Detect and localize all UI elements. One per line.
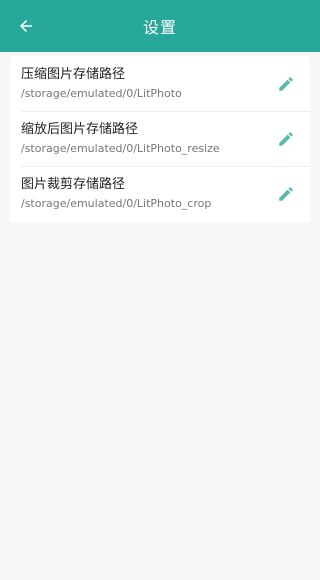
edit-pencil-icon[interactable] [276, 129, 296, 149]
setting-crop-path[interactable]: 图片裁剪存储路径 /storage/emulated/0/LitPhoto_cr… [10, 166, 310, 221]
settings-list: 压缩图片存储路径 /storage/emulated/0/LitPhoto 缩放… [10, 56, 310, 222]
setting-value: /storage/emulated/0/LitPhoto [21, 86, 182, 100]
setting-label: 压缩图片存储路径 [21, 66, 126, 82]
edit-pencil-icon[interactable] [276, 184, 296, 204]
settings-screen: 设置 压缩图片存储路径 /storage/emulated/0/LitPhoto… [0, 0, 320, 580]
page-title: 设置 [142, 18, 177, 37]
back-button[interactable] [8, 8, 44, 44]
setting-label: 缩放后图片存储路径 [21, 121, 139, 137]
setting-resize-path[interactable]: 缩放后图片存储路径 /storage/emulated/0/LitPhoto_r… [10, 111, 310, 166]
arrow-back-icon [20, 20, 32, 32]
app-toolbar: 设置 [0, 0, 320, 52]
edit-pencil-icon[interactable] [276, 74, 296, 94]
setting-value: /storage/emulated/0/LitPhoto_resize [21, 141, 220, 155]
setting-compressed-path[interactable]: 压缩图片存储路径 /storage/emulated/0/LitPhoto [10, 56, 310, 111]
setting-value: /storage/emulated/0/LitPhoto_crop [21, 196, 212, 210]
setting-label: 图片裁剪存储路径 [21, 176, 126, 192]
